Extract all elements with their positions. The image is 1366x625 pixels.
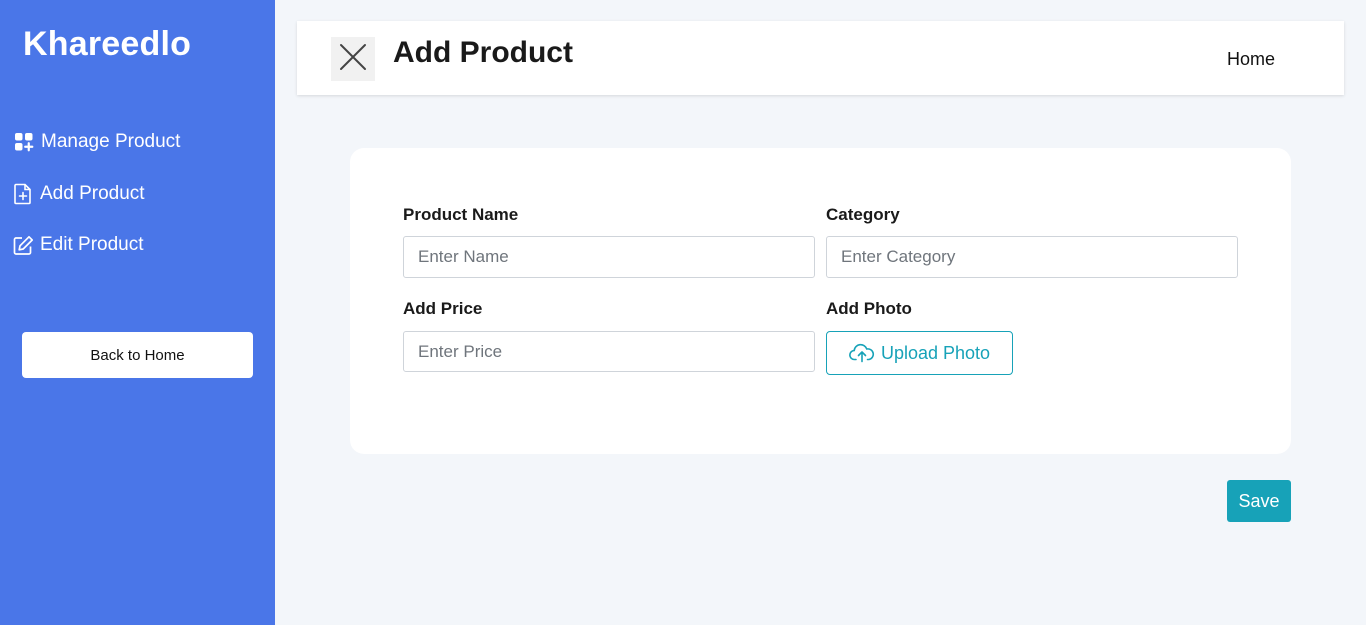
price-input[interactable] [403,331,815,372]
brand-logo: Khareedlo [23,25,192,63]
add-product-form: Product Name Category Add Price Add Phot… [350,148,1291,454]
grid-plus-icon [13,131,35,153]
cloud-upload-icon [849,343,875,363]
page-title: Add Product [393,36,573,69]
upload-photo-button[interactable]: Upload Photo [826,331,1013,375]
photo-label: Add Photo [826,299,912,318]
sidebar-item-edit-product[interactable]: Edit Product [12,234,144,256]
sidebar: Khareedlo Manage Product Add Product Edi… [0,0,275,625]
product-name-input[interactable] [403,236,815,278]
category-label: Category [826,205,900,224]
sidebar-item-label: Manage Product [41,131,181,152]
home-link[interactable]: Home [1227,49,1275,70]
sidebar-item-label: Add Product [40,183,145,204]
close-button[interactable] [331,37,375,81]
file-plus-icon [12,183,34,205]
category-input[interactable] [826,236,1238,278]
product-name-label: Product Name [403,205,519,224]
close-icon [339,43,367,76]
top-bar: Add Product Home [297,21,1344,95]
back-to-home-button[interactable]: Back to Home [22,332,253,378]
sidebar-item-label: Edit Product [40,234,144,255]
edit-icon [12,234,34,256]
sidebar-item-manage-product[interactable]: Manage Product [13,131,180,153]
upload-photo-label: Upload Photo [880,342,991,363]
save-button[interactable]: Save [1227,480,1291,522]
sidebar-item-add-product[interactable]: Add Product [12,183,145,205]
price-label: Add Price [403,299,483,318]
